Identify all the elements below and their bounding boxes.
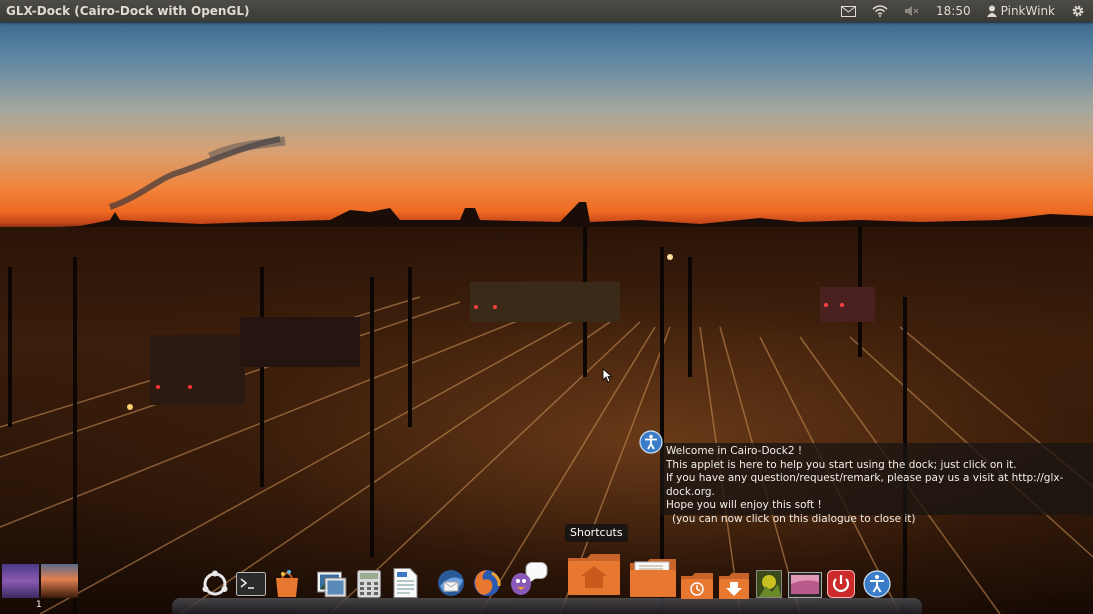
ubuntu-logo-icon[interactable] bbox=[201, 570, 229, 598]
thunderbird-icon[interactable] bbox=[436, 568, 466, 598]
wifi-icon[interactable] bbox=[872, 5, 888, 17]
railway-tracks bbox=[0, 227, 1093, 614]
dock-tooltip: Shortcuts bbox=[565, 524, 628, 542]
accessibility-icon bbox=[639, 430, 663, 454]
software-center-icon[interactable] bbox=[274, 568, 300, 598]
dialog-line-3: If you have any question/request/remark,… bbox=[666, 472, 1064, 498]
pidgin-icon[interactable] bbox=[508, 562, 548, 596]
workspace-thumbnail-2[interactable] bbox=[41, 564, 78, 598]
image-viewer-icon[interactable] bbox=[317, 570, 347, 598]
dock-background bbox=[172, 598, 922, 614]
firefox-icon[interactable] bbox=[472, 568, 502, 598]
workspace-thumbnail-1[interactable] bbox=[2, 564, 39, 598]
mouse-cursor bbox=[602, 368, 612, 383]
terminal-icon[interactable] bbox=[236, 572, 266, 596]
clock[interactable]: 18:50 bbox=[936, 4, 971, 18]
user-menu[interactable]: PinkWink bbox=[986, 4, 1055, 18]
restore-folder-icon[interactable] bbox=[680, 572, 714, 600]
volume-muted-icon[interactable] bbox=[904, 5, 920, 17]
window-title: GLX-Dock (Cairo-Dock with OpenGL) bbox=[6, 4, 250, 18]
dialog-line-1: Welcome in Cairo-Dock2 ! bbox=[666, 445, 803, 457]
system-tray: 18:50 PinkWink bbox=[833, 0, 1093, 22]
username: PinkWink bbox=[1000, 4, 1055, 18]
workspace-number: 1 bbox=[36, 600, 42, 610]
top-panel: GLX-Dock (Cairo-Dock with OpenGL) 18:50 … bbox=[0, 0, 1093, 22]
image-icon[interactable] bbox=[756, 570, 782, 598]
train-left bbox=[150, 335, 245, 405]
train-center bbox=[470, 282, 620, 322]
home-folder-icon[interactable] bbox=[567, 552, 621, 596]
dialog-line-2: This applet is here to help you start us… bbox=[666, 458, 1017, 471]
download-folder-icon[interactable] bbox=[718, 572, 750, 600]
gear-icon[interactable] bbox=[1071, 4, 1085, 18]
power-icon[interactable] bbox=[827, 570, 855, 598]
calculator-icon[interactable] bbox=[357, 570, 381, 598]
accessibility-dock-icon[interactable] bbox=[863, 570, 891, 598]
documents-folder-icon[interactable] bbox=[629, 558, 677, 598]
train-right bbox=[820, 287, 875, 322]
screenshot-icon[interactable] bbox=[788, 572, 822, 598]
user-icon bbox=[986, 5, 997, 17]
dialog-line-4: Hope you will enjoy this soft ! bbox=[666, 499, 822, 512]
mail-icon[interactable] bbox=[841, 5, 857, 17]
text-document-icon[interactable] bbox=[392, 568, 418, 598]
welcome-dialog[interactable]: Welcome in Cairo-Dock2 ! This applet is … bbox=[660, 443, 1093, 525]
dialog-line-5: (you can now click on this dialogue to c… bbox=[672, 512, 916, 525]
workspace-switcher[interactable] bbox=[2, 564, 78, 598]
